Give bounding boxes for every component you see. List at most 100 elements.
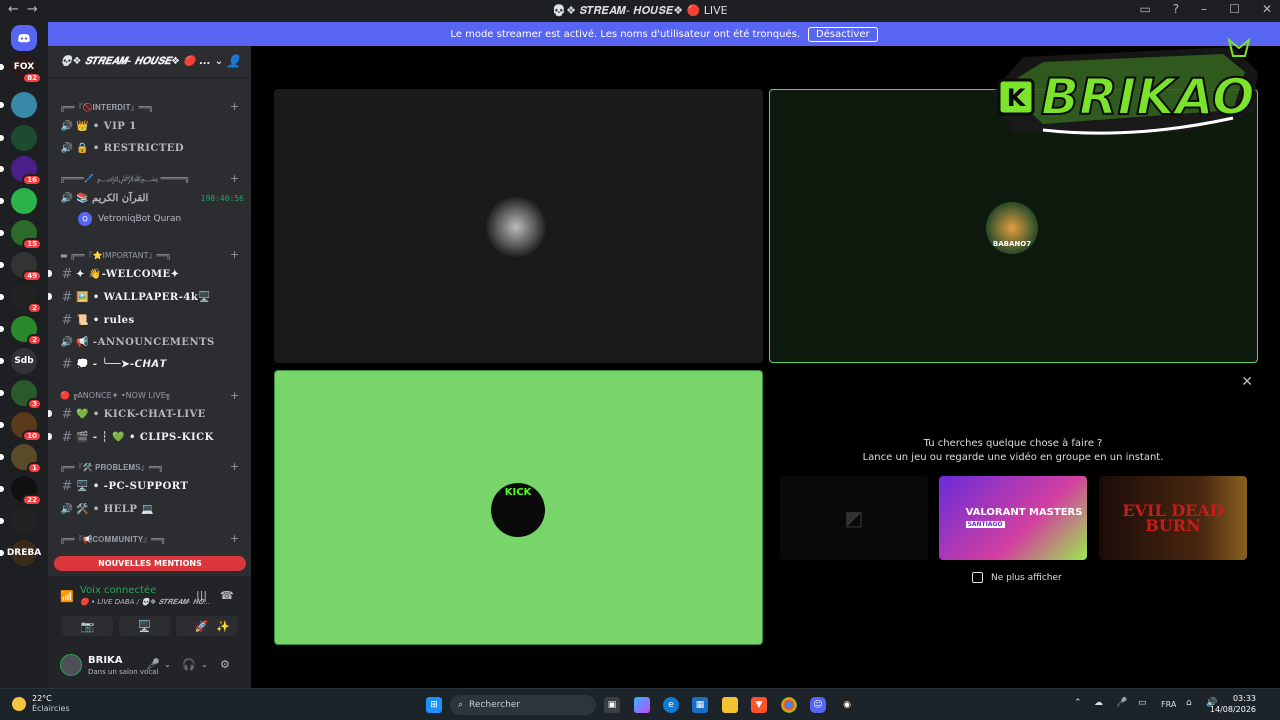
- server-icon[interactable]: FOX 82: [11, 54, 42, 84]
- server-icon-label: FOX: [13, 62, 35, 72]
- category-quran[interactable]: ╔════🖊️ ﷽ ═════╗ +: [60, 172, 239, 187]
- chevron-down-icon[interactable]: ⌄: [201, 660, 208, 669]
- category-interdit[interactable]: ╔══『🚫𝐈𝐍𝐓𝐄𝐑𝐃𝐈𝐓』══╗ +: [60, 100, 239, 113]
- server-icon[interactable]: [11, 188, 37, 214]
- discord-taskbar-icon[interactable]: ☺: [810, 697, 826, 713]
- add-channel-icon[interactable]: +: [230, 460, 239, 473]
- disconnect-icon[interactable]: ☎: [220, 589, 234, 602]
- server-icon[interactable]: Sdb: [11, 348, 37, 374]
- chevron-down-icon[interactable]: ⌄: [164, 660, 171, 669]
- voice-status[interactable]: Voix connectée: [80, 585, 156, 596]
- obs-icon[interactable]: ◉: [839, 697, 855, 713]
- category-now-live[interactable]: 🔴 ╔ANONCE✦ •NOW LIVE╗ +: [60, 389, 239, 402]
- channel-chat[interactable]: # 💭 - ╰──➤-𝘾𝙃𝘼𝙏: [58, 354, 244, 374]
- chevron-up-icon[interactable]: ⌃: [1074, 698, 1082, 708]
- edge-icon[interactable]: e: [663, 697, 679, 713]
- weather-condition: Éclaircies: [32, 704, 70, 713]
- channel-vip-1[interactable]: 🔊 👑 • VIP 1: [58, 116, 244, 136]
- weather-widget[interactable]: 22°C Éclaircies: [12, 694, 70, 714]
- checkbox[interactable]: [972, 572, 983, 583]
- disable-streamer-button[interactable]: Désactiver: [808, 26, 878, 42]
- channel-pc-support[interactable]: # 🖥️ • -PC-SUPPORT: [58, 476, 244, 496]
- channel-welcome[interactable]: # ✦ 👋-WELCOME✦: [58, 264, 244, 284]
- screen-share-button[interactable]: 🖥️: [119, 616, 170, 636]
- activity-card-evil-dead[interactable]: EVIL DEAD BURN: [1099, 476, 1247, 560]
- channel-quran[interactable]: 🔊 📚 القرآن الكريم 190:40:56: [58, 188, 244, 208]
- username[interactable]: BRIKA: [88, 655, 123, 666]
- unread-indicator: [0, 166, 4, 172]
- help-icon[interactable]: ?: [1173, 2, 1179, 16]
- add-channel-icon[interactable]: +: [230, 389, 239, 402]
- channel-clips-kick[interactable]: # 🎬 - ┆ 💚 • CLIPS-KICK: [58, 427, 244, 447]
- server-icon[interactable]: 15: [11, 220, 42, 250]
- category-problems[interactable]: ╔══『🛠️ 𝐏𝐑𝐎𝐁𝐋𝐄𝐌𝐒』══╗ +: [60, 460, 239, 473]
- file-explorer-icon[interactable]: [722, 697, 738, 713]
- avatar[interactable]: [60, 654, 82, 676]
- voice-location[interactable]: 🔴 • LIVE DABA / 💀❖ 𝑺𝑻𝑹𝑬𝑨𝑴- 𝑯𝑶...: [80, 598, 210, 607]
- settings-gear-icon[interactable]: ⚙: [220, 658, 230, 671]
- network-icon[interactable]: ⌂: [1186, 698, 1192, 708]
- unread-indicator: [0, 358, 4, 364]
- server-icon[interactable]: 2: [11, 284, 42, 314]
- microphone-icon[interactable]: 🎤: [1116, 698, 1127, 708]
- server-icon[interactable]: [11, 125, 37, 151]
- category-community[interactable]: ╔══『📢𝐂𝐎𝐌𝐌𝐔𝐍𝐈𝐓𝐘』══╗ +: [60, 532, 239, 545]
- server-icon[interactable]: [11, 508, 37, 534]
- server-icon[interactable]: 16: [11, 156, 42, 186]
- minimize-button[interactable]: –: [1201, 2, 1207, 16]
- channel-restricted[interactable]: 🔊 🔒 • RESTRICTED: [58, 138, 244, 158]
- store-icon[interactable]: ▦: [692, 697, 708, 713]
- add-channel-icon[interactable]: +: [230, 532, 239, 545]
- invite-people-icon[interactable]: 👤: [226, 54, 241, 68]
- server-icon[interactable]: 49: [11, 252, 42, 282]
- server-icon[interactable]: 1: [11, 444, 42, 474]
- taskbar-search[interactable]: ⌕ Rechercher: [450, 695, 596, 715]
- camera-button[interactable]: 📷: [62, 616, 113, 636]
- video-tile[interactable]: [274, 89, 763, 363]
- add-channel-icon[interactable]: +: [230, 248, 239, 261]
- close-icon[interactable]: ✕: [1241, 374, 1253, 390]
- channel-kick-chat-live[interactable]: # 💚 • KICK-CHAT-LIVE: [58, 404, 244, 424]
- channel-help[interactable]: 🔊 🛠️ • HELP 💻: [58, 499, 244, 519]
- headset-icon[interactable]: 🎧: [182, 658, 196, 671]
- category-important[interactable]: ▬ ╔══『⭐IMPORTANT』══╗ +: [60, 248, 239, 261]
- server-icon[interactable]: [11, 92, 37, 118]
- noise-suppression-icon[interactable]: |||: [196, 589, 207, 602]
- language-indicator[interactable]: FRA: [1161, 700, 1176, 709]
- server-header[interactable]: 💀❖ 𝑺𝑻𝑹𝑬𝑨𝑴- 𝑯𝑶𝑼𝑺𝑬❖ 🔴 ... ⌄ 👤: [48, 46, 251, 78]
- server-icon[interactable]: 22: [11, 476, 42, 506]
- server-icon[interactable]: 2: [11, 316, 42, 346]
- signal-icon[interactable]: 📶: [60, 590, 74, 603]
- channel-wallpaper[interactable]: # 🖼️ • WALLPAPER-4k🖥️: [58, 287, 244, 307]
- server-icon[interactable]: DREBA: [7, 540, 41, 566]
- notification-icon[interactable]: ▭: [1138, 698, 1147, 708]
- channel-rules[interactable]: # 📜 • rules: [58, 310, 244, 330]
- add-channel-icon[interactable]: +: [230, 100, 239, 113]
- dont-show-again-checkbox[interactable]: Ne plus afficher: [972, 572, 1062, 583]
- maximize-button[interactable]: ☐: [1229, 2, 1240, 16]
- user-panel: BRIKA Dans un salon vocal 🎤 ⌄ 🎧 ⌄ ⚙: [48, 646, 251, 688]
- inbox-icon[interactable]: ▭: [1139, 2, 1150, 16]
- voice-member[interactable]: Q VetroniqBot Quran: [78, 212, 181, 226]
- chrome-icon[interactable]: [781, 697, 797, 713]
- close-button[interactable]: ✕: [1262, 2, 1272, 16]
- add-channel-icon[interactable]: +: [230, 172, 239, 185]
- start-icon[interactable]: ⊞: [426, 697, 442, 713]
- video-tile[interactable]: KICK: [274, 370, 763, 645]
- server-icon[interactable]: 3: [11, 380, 42, 410]
- activity-card-valorant[interactable]: VALORANT MASTERS SANTIAGO: [939, 476, 1087, 560]
- task-view-icon[interactable]: ▣: [604, 697, 620, 713]
- brave-icon[interactable]: ▼: [751, 697, 767, 713]
- soundboard-button[interactable]: ✨: [208, 616, 238, 636]
- discord-home-icon[interactable]: [11, 25, 37, 51]
- copilot-icon[interactable]: [634, 697, 650, 713]
- server-icon[interactable]: 10: [11, 412, 42, 442]
- text-channel-icon: #: [61, 406, 73, 422]
- new-mentions-pill[interactable]: NOUVELLES MENTIONS: [54, 556, 246, 571]
- channel-announcements[interactable]: 🔊 📢 -ANNOUNCEMENTS: [58, 332, 244, 352]
- cloud-offline-icon[interactable]: ☁: [1094, 698, 1103, 708]
- activity-card[interactable]: ◩: [780, 476, 928, 560]
- window-controls[interactable]: ▭ ? – ☐ ✕: [1139, 2, 1272, 16]
- microphone-icon[interactable]: 🎤: [146, 658, 160, 671]
- clock[interactable]: 03:33 14/08/2026: [1210, 693, 1256, 715]
